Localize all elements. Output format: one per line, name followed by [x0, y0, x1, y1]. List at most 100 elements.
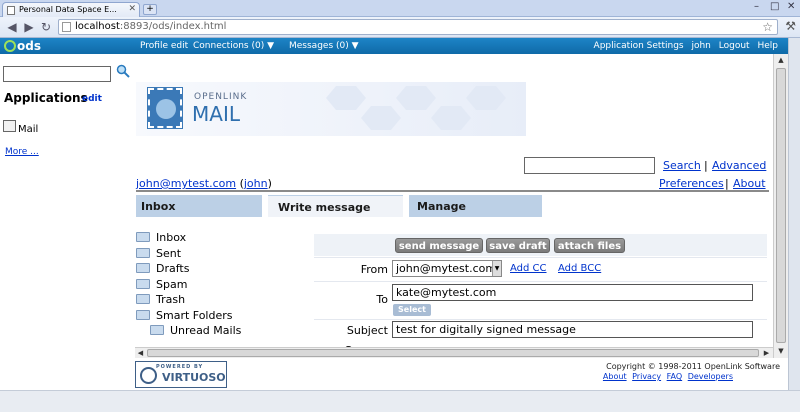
- sidebar-item-mail[interactable]: Mail: [18, 124, 38, 135]
- mail-app-icon[interactable]: [3, 120, 16, 132]
- compose-form: send message save draft attach files Fro…: [314, 232, 767, 350]
- chevron-down-icon: ▼: [492, 261, 501, 276]
- maximize-icon[interactable]: □: [770, 1, 779, 12]
- powered-by-text: POWERED BY: [156, 364, 204, 370]
- applications-sidebar: Applications edit Mail More ...: [0, 54, 135, 358]
- new-tab-button[interactable]: +: [143, 4, 157, 15]
- footer-about-link[interactable]: About: [603, 372, 627, 381]
- powered-by-virtuoso-logo[interactable]: POWERED BY VIRTUOSO: [135, 361, 227, 388]
- address-bar[interactable]: localhost:8893/ods/index.html ☆: [58, 19, 778, 35]
- openlink-mail-banner: OPENLINK MAIL: [136, 82, 526, 136]
- tab-write-message[interactable]: Write message: [268, 195, 403, 217]
- subject-label: Subject: [346, 324, 388, 337]
- url-path: :8893/ods/index.html: [119, 21, 227, 32]
- ods-nav-right: Application Settings john Logout Help: [589, 41, 778, 51]
- tab-inbox[interactable]: Inbox: [136, 195, 262, 217]
- preferences-link[interactable]: Preferences: [659, 177, 724, 190]
- folder-label: Sent: [156, 247, 182, 260]
- horizontal-scroll-thumb[interactable]: [147, 349, 759, 357]
- folder-drafts[interactable]: Drafts: [136, 262, 189, 275]
- from-select[interactable]: john@mytest.com ▼: [392, 260, 502, 277]
- window-right-edge: [788, 38, 800, 390]
- logout-link[interactable]: Logout: [719, 41, 750, 51]
- folder-trash[interactable]: Trash: [136, 293, 185, 306]
- separator: |: [704, 159, 708, 172]
- applications-edit-link[interactable]: edit: [82, 94, 102, 104]
- page-footer: POWERED BY VIRTUOSO Copyright © 1998-201…: [0, 358, 788, 390]
- folder-label: Trash: [156, 293, 186, 306]
- ods-logo-text: ods: [17, 39, 41, 53]
- virtuoso-icon: [140, 367, 157, 384]
- messages-menu[interactable]: Messages (0) ▼: [289, 41, 359, 51]
- user-email-link[interactable]: john@mytest.com: [136, 177, 236, 190]
- footer-faq-link[interactable]: FAQ: [667, 372, 683, 381]
- folder-sent[interactable]: Sent: [136, 247, 181, 260]
- browser-bottom-strip: [0, 390, 800, 412]
- sidebar-search-input[interactable]: [3, 66, 111, 82]
- bookmark-star-icon[interactable]: ☆: [762, 20, 773, 34]
- separator: |: [725, 177, 729, 190]
- footer-links: About Privacy FAQ Developers: [600, 372, 733, 381]
- browser-tab[interactable]: Personal Data Space E... ✕: [2, 2, 140, 17]
- folder-icon: [136, 248, 150, 258]
- folder-inbox[interactable]: Inbox: [136, 231, 186, 244]
- folder-spam[interactable]: Spam: [136, 278, 187, 291]
- connections-menu[interactable]: Connections (0) ▼: [193, 41, 274, 51]
- folder-list: Inbox Sent Drafts Spam Trash Smart Folde…: [136, 218, 314, 350]
- banner-brand-main: MAIL: [192, 102, 240, 126]
- scroll-left-icon[interactable]: ◀: [135, 348, 146, 358]
- forward-icon[interactable]: ▶: [21, 19, 37, 35]
- ods-logo-icon: [4, 40, 16, 52]
- close-window-icon[interactable]: ✕: [787, 1, 795, 12]
- vertical-scrollbar[interactable]: ▲ ▼: [773, 54, 788, 359]
- application-settings-link[interactable]: Application Settings: [594, 41, 684, 51]
- more-apps-link[interactable]: More ...: [5, 147, 39, 157]
- save-draft-button[interactable]: save draft: [486, 238, 550, 253]
- mail-stamp-icon: [147, 87, 183, 129]
- search-link[interactable]: Search: [663, 159, 701, 172]
- add-cc-link[interactable]: Add CC: [510, 263, 547, 274]
- to-field[interactable]: kate@mytest.com: [392, 284, 753, 301]
- help-link[interactable]: Help: [757, 41, 778, 51]
- horizontal-scrollbar[interactable]: ◀ ▶: [135, 347, 773, 358]
- wrench-icon[interactable]: ⚒: [785, 19, 796, 33]
- ods-logo[interactable]: ods: [4, 39, 41, 53]
- user-link[interactable]: john: [691, 41, 710, 51]
- folder-unread-mails[interactable]: Unread Mails: [150, 324, 241, 337]
- banner-brand-top: OPENLINK: [194, 92, 248, 102]
- profile-edit-link[interactable]: Profile edit: [140, 41, 188, 51]
- back-icon[interactable]: ◀: [4, 19, 20, 35]
- from-label: From: [360, 263, 388, 276]
- minimize-icon[interactable]: –: [754, 1, 759, 12]
- scroll-down-icon[interactable]: ▼: [774, 345, 788, 358]
- search-icon[interactable]: [116, 64, 130, 78]
- footer-privacy-link[interactable]: Privacy: [632, 372, 661, 381]
- folder-label: Inbox: [156, 231, 187, 244]
- compose-actions: send message save draft attach files: [314, 234, 767, 256]
- url-host: localhost: [75, 21, 120, 32]
- footer-developers-link[interactable]: Developers: [688, 372, 733, 381]
- reload-icon[interactable]: ↻: [38, 19, 54, 35]
- folder-icon: [150, 325, 164, 335]
- select-recipients-button[interactable]: Select: [393, 304, 431, 316]
- page-favicon-icon: [7, 6, 15, 15]
- advanced-search-link[interactable]: Advanced: [712, 159, 766, 172]
- tab-manage[interactable]: Manage: [409, 195, 542, 217]
- user-identity: john@mytest.com (john): [136, 177, 272, 190]
- virtuoso-text: VIRTUOSO: [162, 371, 226, 384]
- username-paren-close: ): [267, 177, 272, 190]
- attach-files-button[interactable]: attach files: [554, 238, 625, 253]
- close-tab-icon[interactable]: ✕: [128, 4, 136, 14]
- mail-search-input[interactable]: [524, 157, 655, 174]
- add-bcc-link[interactable]: Add BCC: [558, 263, 601, 274]
- send-message-button[interactable]: send message: [395, 238, 483, 253]
- vertical-scroll-thumb[interactable]: [776, 68, 786, 343]
- applications-title: Applications: [4, 91, 88, 105]
- username-link[interactable]: john: [244, 177, 268, 190]
- about-link[interactable]: About: [733, 177, 766, 190]
- folder-smart-folders[interactable]: Smart Folders: [136, 309, 233, 322]
- folder-label: Spam: [156, 278, 188, 291]
- scroll-right-icon[interactable]: ▶: [761, 348, 772, 358]
- scroll-up-icon[interactable]: ▲: [774, 54, 788, 67]
- subject-field[interactable]: test for digitally signed message: [392, 321, 753, 338]
